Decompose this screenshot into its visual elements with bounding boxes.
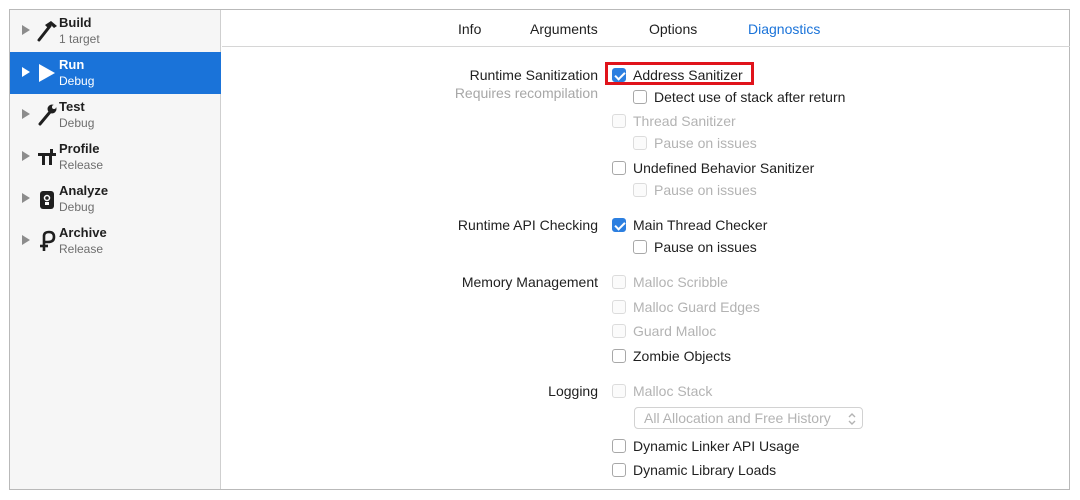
checkbox-icon[interactable]	[612, 463, 626, 477]
disclosure-triangle-icon[interactable]	[22, 67, 30, 77]
scheme-action-sidebar: Build 1 target Run Debug Test Debug Prof…	[10, 10, 221, 489]
sidebar-item-subtitle: Release	[59, 242, 104, 256]
checkbox-icon	[612, 384, 626, 398]
sidebar-item-build[interactable]: Build 1 target	[10, 10, 221, 52]
archive-icon	[40, 230, 56, 251]
runtime-api-checking-label: Runtime API Checking	[457, 217, 598, 233]
option-label: Malloc Stack	[633, 383, 713, 399]
sidebar-item-title: Build	[59, 15, 92, 30]
wrench-icon	[38, 104, 57, 126]
tab-info[interactable]: Info	[458, 21, 481, 37]
checkbox-icon[interactable]	[633, 90, 647, 104]
sidebar-item-subtitle: Debug	[59, 74, 95, 88]
option-label: Dynamic Library Loads	[633, 462, 777, 478]
option-label: Dynamic Linker API Usage	[633, 438, 800, 454]
updown-chevron-icon	[848, 413, 856, 425]
checkbox-icon	[612, 324, 626, 338]
caliper-icon	[38, 149, 56, 165]
disclosure-triangle-icon[interactable]	[22, 109, 30, 119]
sidebar-item-test[interactable]: Test Debug	[10, 94, 221, 136]
checkbox-icon	[612, 275, 626, 289]
checkbox-icon[interactable]	[633, 240, 647, 254]
tab-options[interactable]: Options	[649, 21, 697, 37]
tab-bar: Info Arguments Options Diagnostics	[222, 10, 1070, 47]
tab-arguments[interactable]: Arguments	[530, 21, 598, 37]
analyze-icon	[40, 191, 54, 209]
sidebar-item-subtitle: Debug	[59, 116, 95, 130]
memory-management-label: Memory Management	[461, 274, 598, 290]
option-label: Guard Malloc	[633, 323, 717, 339]
checkbox-icon[interactable]	[612, 161, 626, 175]
sidebar-item-title: Run	[59, 57, 85, 72]
sidebar-item-subtitle: Debug	[59, 200, 95, 214]
disclosure-triangle-icon[interactable]	[22, 25, 30, 35]
option-label: Pause on issues	[654, 135, 757, 151]
sidebar-item-title: Test	[59, 99, 85, 114]
checkbox-icon	[612, 300, 626, 314]
disclosure-triangle-icon[interactable]	[22, 193, 30, 203]
option-label: Malloc Guard Edges	[633, 299, 760, 315]
highlight-box	[605, 62, 754, 85]
sidebar-item-title: Archive	[59, 225, 107, 240]
runtime-sanitization-label: Runtime Sanitization	[469, 67, 598, 83]
sidebar-item-profile[interactable]: Profile Release	[10, 136, 221, 178]
checkbox-icon	[633, 183, 647, 197]
tab-diagnostics[interactable]: Diagnostics	[748, 21, 820, 37]
popup-value: All Allocation and Free History	[644, 410, 831, 426]
option-label: Thread Sanitizer	[633, 113, 736, 129]
checkbox-icon[interactable]	[612, 349, 626, 363]
requires-recompilation-hint: Requires recompilation	[454, 85, 598, 101]
hammer-icon	[37, 21, 57, 42]
option-label: Zombie Objects	[633, 348, 732, 364]
sidebar-item-subtitle: 1 target	[59, 32, 100, 46]
checkbox-icon	[612, 114, 626, 128]
option-label: Pause on issues	[654, 182, 757, 198]
sidebar-item-title: Analyze	[59, 183, 109, 198]
allocation-history-popup: All Allocation and Free History	[634, 407, 863, 429]
sidebar-item-archive[interactable]: Archive Release	[10, 220, 221, 262]
checkbox-icon[interactable]	[612, 439, 626, 453]
disclosure-triangle-icon[interactable]	[22, 235, 30, 245]
sidebar-item-title: Profile	[59, 141, 100, 156]
disclosure-triangle-icon[interactable]	[22, 151, 30, 161]
checkbox-icon	[633, 136, 647, 150]
checkbox-checked-icon[interactable]	[612, 218, 626, 232]
option-label: Undefined Behavior Sanitizer	[633, 160, 815, 176]
option-label: Malloc Scribble	[633, 274, 728, 290]
option-label: Detect use of stack after return	[654, 89, 846, 105]
scheme-editor-window: Build 1 target Run Debug Test Debug Prof…	[9, 9, 1070, 490]
option-label: Main Thread Checker	[633, 217, 768, 233]
option-label: Pause on issues	[654, 239, 757, 255]
logging-label: Logging	[548, 383, 598, 399]
sidebar-item-analyze[interactable]: Analyze Debug	[10, 178, 221, 220]
sidebar-item-run[interactable]: Run Debug	[10, 52, 221, 94]
sidebar-item-subtitle: Release	[59, 158, 104, 172]
play-icon	[39, 64, 55, 82]
